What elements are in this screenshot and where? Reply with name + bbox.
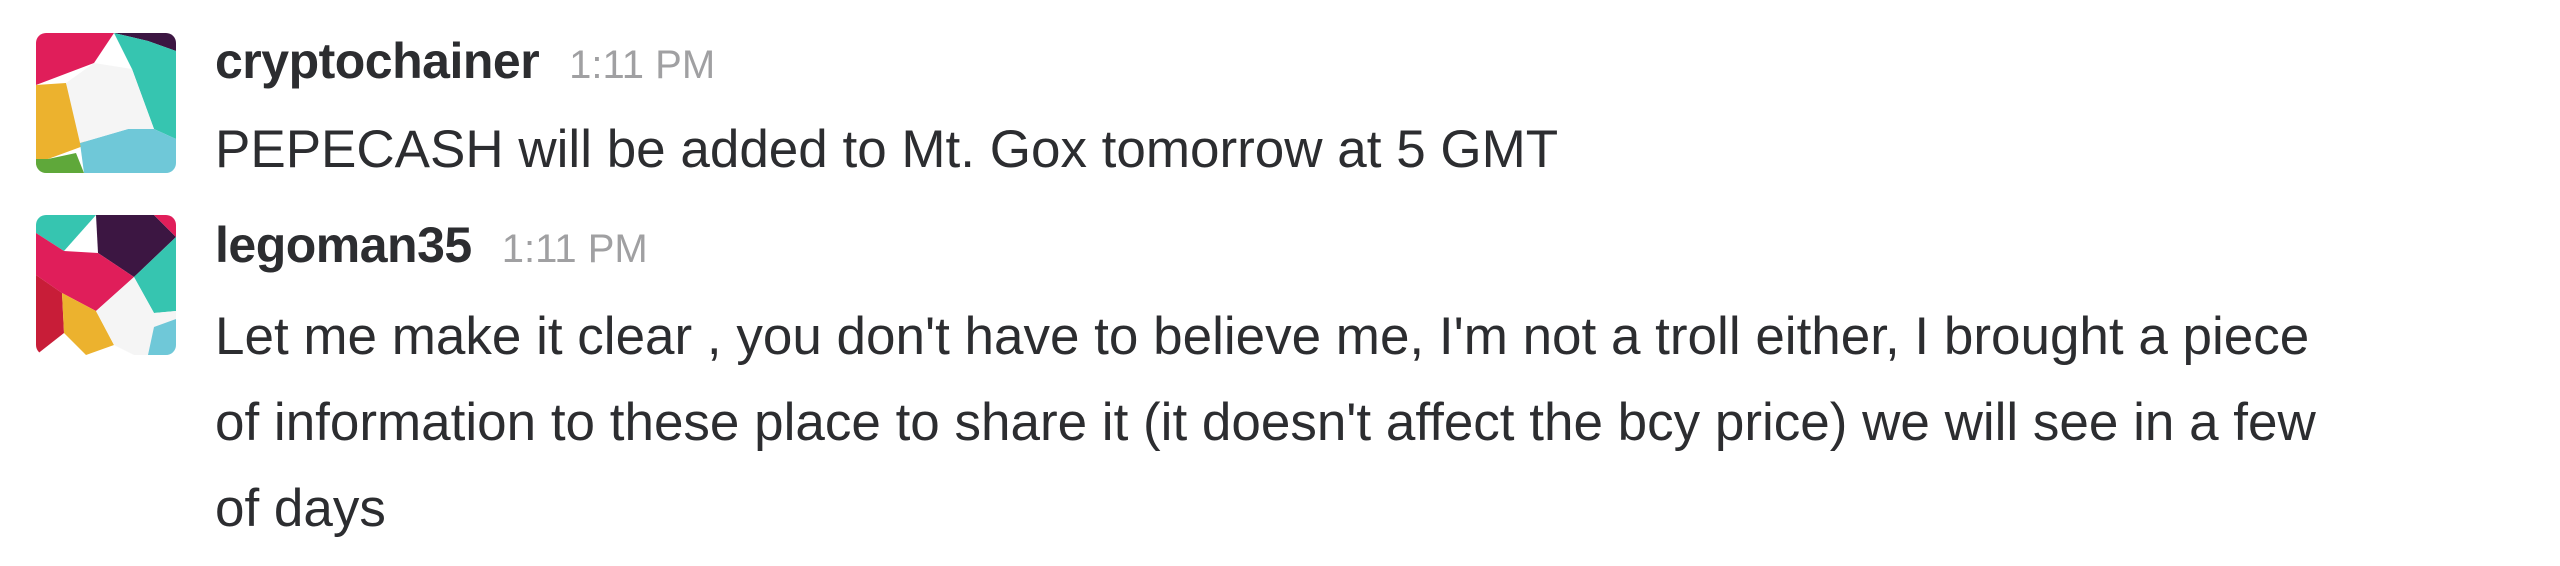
message-item: cryptochainer 1:11 PM PEPECASH will be a…	[0, 0, 2560, 185]
username[interactable]: cryptochainer	[215, 36, 540, 86]
message-text: PEPECASH will be added to Mt. Gox tomorr…	[215, 107, 2535, 193]
timestamp[interactable]: 1:11 PM	[569, 45, 715, 85]
message-line: of information to these place to share i…	[215, 393, 2316, 452]
message-line: PEPECASH will be added to Mt. Gox tomorr…	[215, 120, 1559, 179]
message-header: cryptochainer 1:11 PM	[215, 36, 715, 86]
message-list: cryptochainer 1:11 PM PEPECASH will be a…	[0, 0, 2560, 566]
message-line: Let me make it clear , you don't have to…	[215, 307, 2310, 366]
message-item: legoman35 1:11 PM Let me make it clear ,…	[0, 185, 2560, 566]
message-line: of days	[215, 479, 386, 538]
timestamp[interactable]: 1:11 PM	[502, 229, 648, 269]
message-text: Let me make it clear , you don't have to…	[215, 294, 2535, 552]
user-avatar-icon[interactable]	[36, 215, 176, 355]
message-header: legoman35 1:11 PM	[215, 220, 648, 270]
username[interactable]: legoman35	[215, 220, 472, 270]
user-avatar-icon[interactable]	[36, 33, 176, 173]
